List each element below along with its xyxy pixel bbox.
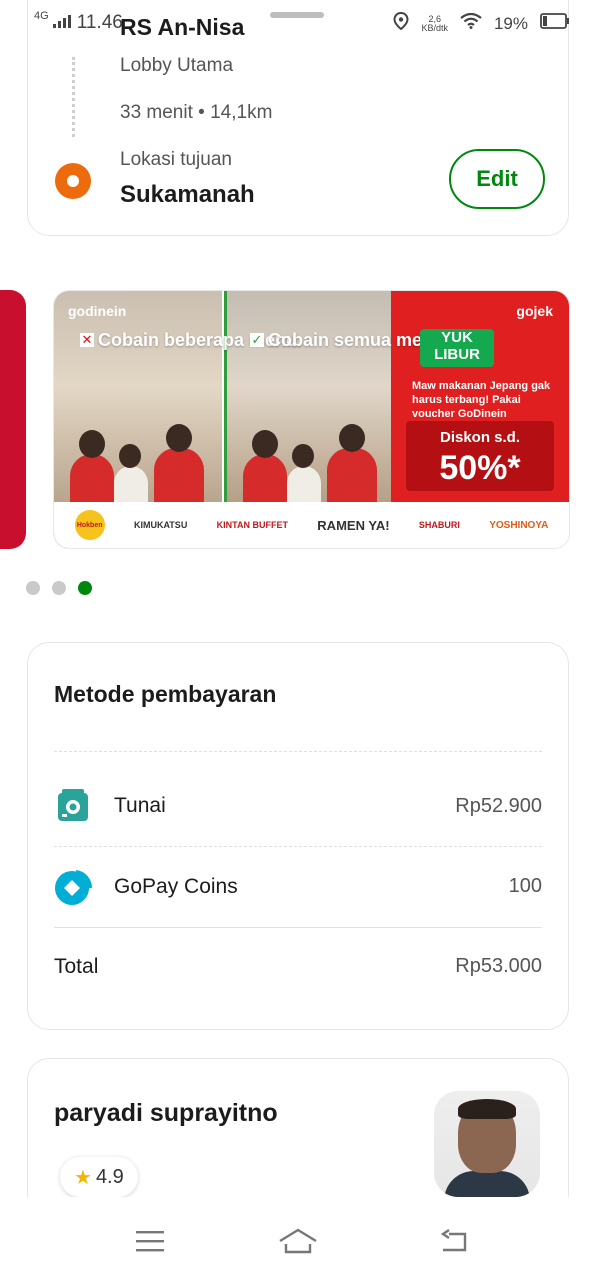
promo-description: Maw makanan Jepang gak harus terbang! Pa…: [412, 380, 551, 420]
driver-rating-badge: ★ 4.9: [60, 1157, 138, 1197]
wifi-icon: [460, 12, 482, 34]
gopay-coins-icon: [54, 868, 93, 906]
status-left: 4G 11.46: [34, 10, 123, 34]
payment-label-gopay: GoPay Coins: [114, 875, 238, 898]
partner-logo: YOSHINOYA: [489, 519, 549, 531]
home-icon[interactable]: [268, 1221, 328, 1261]
destination-value: Sukamanah: [120, 181, 255, 208]
menu-icon[interactable]: [120, 1221, 180, 1261]
discount-value: 50%*: [439, 449, 521, 487]
partner-logo: RAMEN YA!: [317, 517, 390, 533]
star-icon: ★: [74, 1166, 92, 1189]
discount-label: Diskon s.d.: [439, 429, 521, 446]
drag-handle[interactable]: [270, 12, 324, 18]
payment-amount-gopay: 100: [508, 875, 542, 897]
divider: [54, 927, 542, 928]
location-icon: [393, 11, 409, 35]
carousel-indicator: [26, 581, 92, 595]
total-label: Total: [54, 955, 99, 978]
cash-icon: [54, 787, 92, 825]
partner-logo: KIMUKATSU: [133, 520, 188, 530]
driver-avatar[interactable]: [434, 1091, 540, 1197]
battery-percent: 19%: [493, 13, 528, 33]
payment-label-tunai: Tunai: [114, 794, 166, 817]
route-meta: 33 menit • 14,1km: [120, 102, 273, 123]
destination-pin-icon: [55, 163, 91, 199]
status-right: 2,6 KB/dtk 19%: [393, 11, 570, 35]
promo-banner[interactable]: godinein ✕ Cobain beberapa menu. ✓ Cobai…: [53, 290, 570, 549]
signal-icon: [52, 12, 73, 34]
godinein-logo: godinein: [68, 303, 127, 319]
status-bar: 4G 11.46 2,6 KB/dtk 19%: [0, 0, 596, 48]
route-connector: [72, 57, 75, 137]
partner-logo: Hokben: [74, 510, 105, 540]
system-nav-bar: [0, 1197, 596, 1280]
network-speed: 2,6 KB/dtk: [421, 14, 448, 33]
gojek-logo: gojek: [516, 303, 553, 319]
discount-box: Diskon s.d. 50%*: [406, 421, 554, 491]
total-amount: Rp53.000: [455, 955, 542, 977]
network-type: 4G: [34, 10, 49, 22]
driver-rating: 4.9: [95, 1165, 124, 1188]
partner-logo: SHABURI: [418, 520, 460, 530]
origin-subtitle: Lobby Utama: [120, 55, 234, 76]
promo-headline: YUK LIBUR: [420, 329, 494, 367]
previous-banner[interactable]: [0, 290, 26, 549]
divider: [54, 846, 542, 847]
carousel-dot-active[interactable]: [78, 581, 92, 595]
back-icon[interactable]: [424, 1221, 484, 1261]
destination-label: Lokasi tujuan: [120, 149, 232, 170]
driver-name: paryadi suprayitno: [54, 1099, 278, 1127]
divider: [54, 751, 542, 752]
edit-button[interactable]: Edit: [449, 149, 545, 209]
carousel-dot[interactable]: [52, 581, 66, 595]
status-time: 11.46: [76, 12, 123, 33]
partner-logos: Hokben KIMUKATSU KINTAN BUFFET RAMEN YA!…: [54, 502, 569, 548]
battery-icon: [540, 13, 570, 34]
carousel-dot[interactable]: [26, 581, 40, 595]
payment-title: Metode pembayaran: [54, 681, 277, 707]
payment-amount-tunai: Rp52.900: [455, 795, 542, 817]
partner-logo: KINTAN BUFFET: [216, 520, 288, 530]
payment-card: Metode pembayaran Tunai Rp52.900 GoPay C…: [27, 642, 569, 1030]
speed-unit: KB/dtk: [421, 22, 448, 33]
